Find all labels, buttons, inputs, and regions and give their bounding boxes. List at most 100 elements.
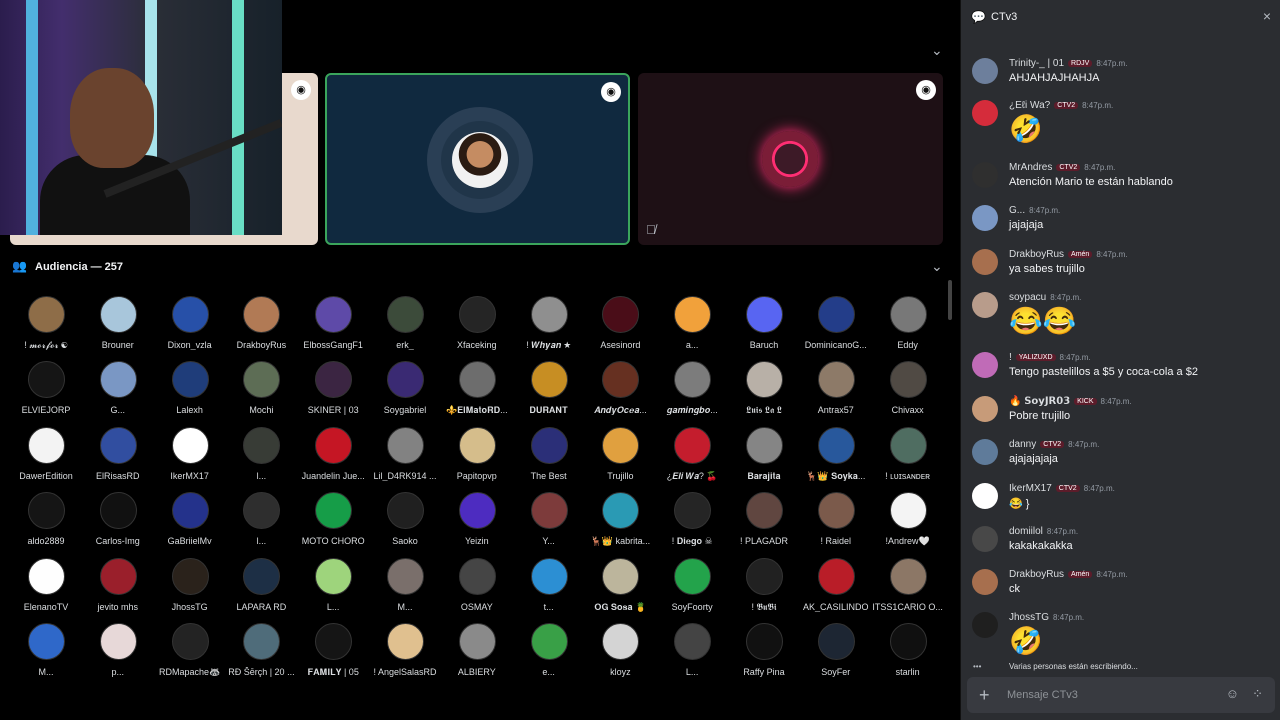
audience-member[interactable]: 🦌👑 𝐒𝐨𝐲𝐤𝐚... [800,423,872,485]
audience-member[interactable]: Juandelin Jue... [297,423,369,485]
avatar[interactable] [972,483,998,509]
message-input[interactable] [1007,685,1217,705]
participant-tile-muted[interactable]: ◉ 🎙̸ [638,73,943,245]
audience-member[interactable]: ! Raidel [800,488,872,550]
audience-member[interactable]: ITSS1CARIO O... [872,554,944,616]
audience-member[interactable]: 🦌👑 kabrita... [584,488,656,550]
audience-member[interactable]: MOTO CHORO [297,488,369,550]
audience-member[interactable]: RDMapache🦝 [154,619,226,681]
avatar[interactable] [972,526,998,552]
emoji-icon[interactable]: ☺ [1226,686,1239,701]
audience-member[interactable]: ALBIERY [441,619,513,681]
avatar[interactable] [972,396,998,422]
message-author[interactable]: MrAndres CTV2 8:47p.m. [1009,162,1115,173]
audience-member[interactable]: l... [225,423,297,485]
audience-member[interactable]: RĐ Šērçh | 20 ... [225,619,297,681]
audience-member[interactable]: DawerEdition [10,423,82,485]
audience-member[interactable]: Asesinord [584,292,656,354]
author-name[interactable]: danny [1009,439,1036,450]
avatar[interactable] [972,569,998,595]
audience-member[interactable]: Saoko [369,488,441,550]
author-name[interactable]: ¿Eℓi Wa? [1009,100,1050,111]
author-name[interactable]: domiilol [1009,526,1043,537]
audience-member[interactable]: OSMAY [441,554,513,616]
audience-member[interactable]: DominicanoG... [800,292,872,354]
participant-tile-speaking[interactable]: ◉ [325,73,630,245]
audience-member[interactable]: ElRisasRD [82,423,154,485]
audience-member[interactable]: jevito mhs [82,554,154,616]
message-composer[interactable]: + ☺ ⁘ [967,677,1275,713]
audience-member[interactable]: Papitopvp [441,423,513,485]
audience-member[interactable]: GaBriielMv [154,488,226,550]
message-author[interactable]: G... 8:47p.m. [1009,205,1060,216]
audience-member[interactable]: ELVIEJORP [10,357,82,419]
audience-member[interactable]: ! ʟᴜɪsᴀɴᴅᴇʀ [872,423,944,485]
audience-member[interactable]: 𝐃𝐔𝐑𝐀𝐍𝐓 [513,357,585,419]
audience-member[interactable]: Soygabriel [369,357,441,419]
avatar[interactable] [972,352,998,378]
author-name[interactable]: IkerMX17 [1009,483,1052,494]
audience-member[interactable]: ! 𝓶𝓸𝓻𝓯𝓸𝓻 ☯ [10,292,82,354]
audience-member[interactable]: AK_CASILINDO [800,554,872,616]
author-name[interactable]: soypacu [1009,292,1046,303]
audience-member[interactable]: Trujillo [584,423,656,485]
audience-member[interactable]: ¿𝑬𝒍𝒊 𝑾𝒂? 🍒 [656,423,728,485]
audience-member[interactable]: SoyFoorty [656,554,728,616]
audience-member[interactable]: Mochi [225,357,297,419]
audience-member[interactable]: Brouner [82,292,154,354]
audience-member[interactable]: Lil_D4RK914 ... [369,423,441,485]
message-author[interactable]: soypacu 8:47p.m. [1009,292,1081,303]
author-name[interactable]: G... [1009,205,1025,216]
audience-member[interactable]: IkerMX17 [154,423,226,485]
audience-member[interactable]: LAPARA RD [225,554,297,616]
avatar[interactable] [972,205,998,231]
audience-member[interactable]: Baruch [728,292,800,354]
audience-member[interactable]: Dixon_vzla [154,292,226,354]
audience-member[interactable]: Yeizin [441,488,513,550]
audience-member[interactable]: ! AngelSalasRD [369,619,441,681]
author-name[interactable]: 🔥 𝗦𝗼𝘆𝗝𝗥𝟬𝟯 [1009,396,1070,407]
message-author[interactable]: JhossTG 8:47p.m. [1009,612,1084,623]
avatar[interactable] [972,292,998,318]
audience-member[interactable]: 𝑨𝒏𝒅𝒚𝑶𝒄𝒆𝒂... [584,357,656,419]
audience-member[interactable]: G... [82,357,154,419]
message-author[interactable]: DrakboyRus Amén 8:47p.m. [1009,569,1127,580]
audience-member[interactable]: aldo2889 [10,488,82,550]
audience-member[interactable]: ! 𝐃𝐢𝐞𝐠𝐨 ☠ [656,488,728,550]
audience-member[interactable]: Raffy Pina [728,619,800,681]
audience-member[interactable]: SKINER | 03 [297,357,369,419]
audience-member[interactable]: L... [656,619,728,681]
author-name[interactable]: MrAndres [1009,162,1052,173]
add-attachment-icon[interactable]: + [979,685,990,706]
message-author[interactable]: DrakboyRus Amén 8:47p.m. [1009,249,1127,260]
audience-member[interactable]: p... [82,619,154,681]
message-author[interactable]: danny CTV2 8:47p.m. [1009,439,1099,450]
apps-icon[interactable]: ⁘ [1252,686,1263,702]
audience-member[interactable]: Eddy [872,292,944,354]
audience-member[interactable]: Chivaxx [872,357,944,419]
audience-member[interactable]: ! 𝑾𝒉𝒚𝒂𝒏 ★ [513,292,585,354]
audience-member[interactable]: 𝐁𝐚𝐫𝐚𝐣𝐢𝐭𝐚 [728,423,800,485]
avatar[interactable] [972,612,998,638]
audience-member[interactable]: kloyz [584,619,656,681]
message-author[interactable]: ! YALIZUXD 8:47p.m. [1009,352,1091,363]
audience-member[interactable]: ⚜️𝐄𝐥𝐌𝐚𝐭𝐨𝐑𝐃... [441,357,513,419]
audience-member[interactable]: e... [513,619,585,681]
audience-member[interactable]: M... [369,554,441,616]
audience-member[interactable]: The Best [513,423,585,485]
author-name[interactable]: DrakboyRus [1009,569,1064,580]
audience-member[interactable]: erk_ [369,292,441,354]
audience-member[interactable]: starlin [872,619,944,681]
audience-member[interactable]: Xfaceking [441,292,513,354]
avatar[interactable] [972,58,998,84]
stage-collapse-chevron-down-icon[interactable]: ⌄ [931,42,943,59]
audience-member[interactable]: a... [656,292,728,354]
audience-member[interactable]: 𝐅𝐀𝐌𝐈𝐋𝐘 | 05 [297,619,369,681]
audience-member[interactable]: JhossTG [154,554,226,616]
audience-member[interactable]: ! PLAGADR [728,488,800,550]
avatar[interactable] [972,100,998,126]
avatar[interactable] [972,439,998,465]
audience-collapse-chevron-down-icon[interactable]: ⌄ [931,258,943,275]
author-name[interactable]: JhossTG [1009,612,1049,623]
author-name[interactable]: Trinity-_ | 01 [1009,58,1064,69]
